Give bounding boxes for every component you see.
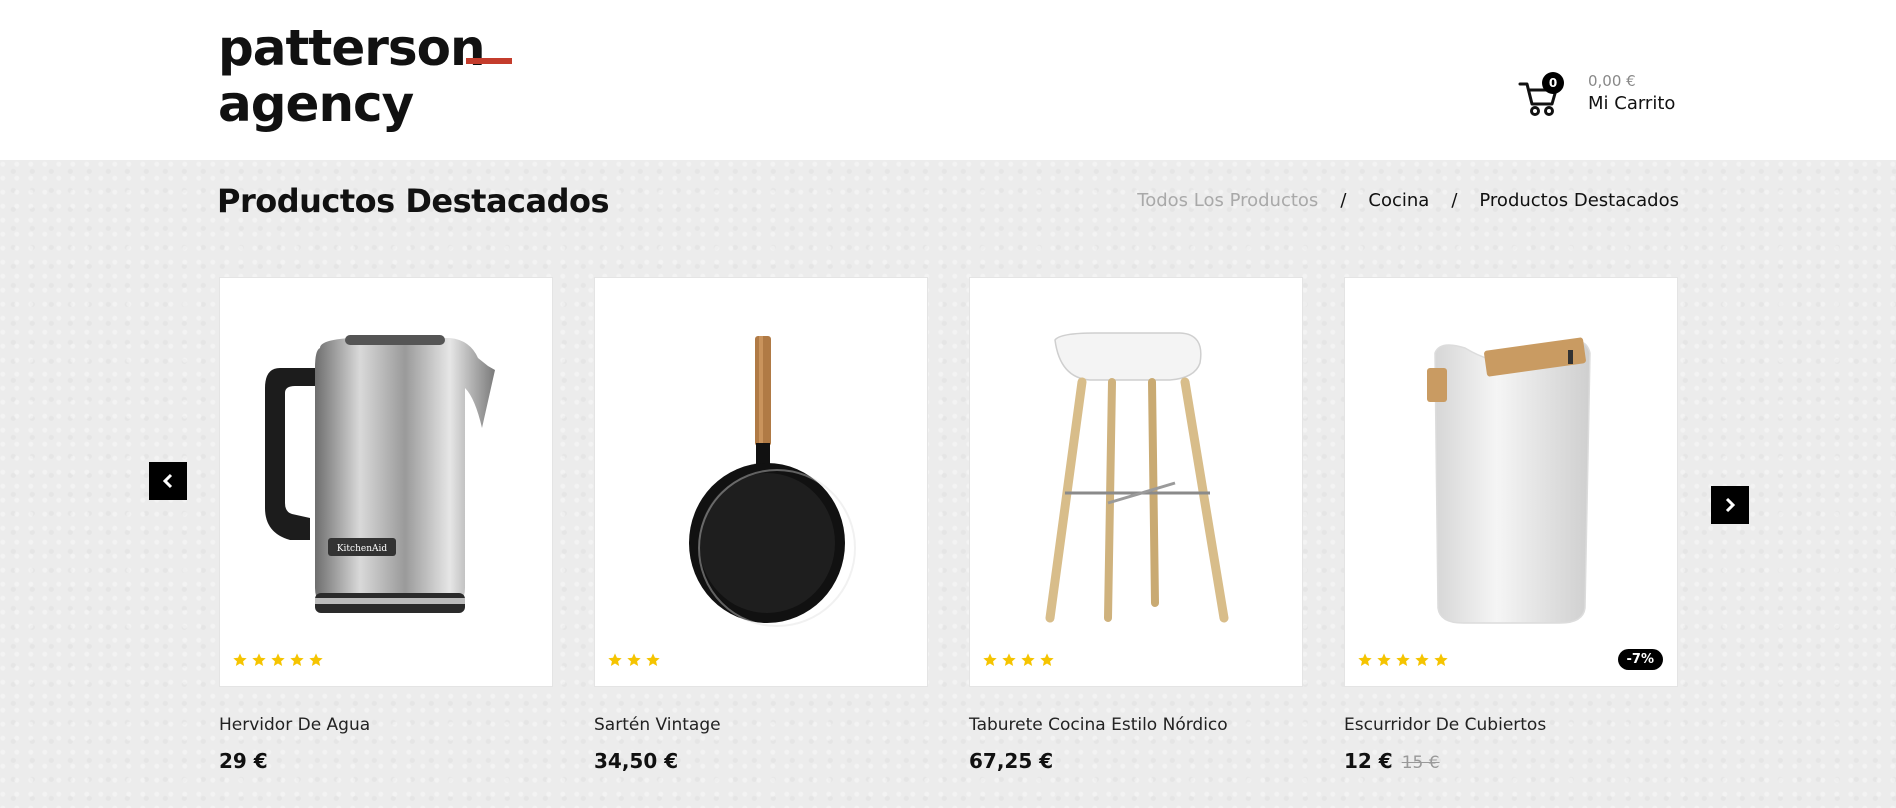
frying-pan-image xyxy=(689,336,856,627)
breadcrumb-separator: / xyxy=(1451,190,1458,211)
product-name[interactable]: Escurridor De Cubiertos xyxy=(1344,715,1546,735)
cart-total: 0,00 € xyxy=(1588,72,1636,90)
bar-stool-image xyxy=(1045,332,1229,623)
star-icon xyxy=(1377,653,1391,666)
product-card[interactable]: KitchenAid Hervidor De Agua 29 € xyxy=(219,277,553,773)
price-current: 12 € xyxy=(1344,749,1393,773)
breadcrumb-cocina[interactable]: Cocina xyxy=(1368,190,1429,211)
product-name[interactable]: Sartén Vintage xyxy=(594,715,721,735)
price-current: 34,50 € xyxy=(594,749,679,773)
utensil-holder-image xyxy=(1427,337,1591,624)
page-title: Productos Destacados xyxy=(217,182,610,220)
price-current: 67,25 € xyxy=(969,749,1054,773)
product-price: 67,25 € xyxy=(969,749,1053,773)
star-icon xyxy=(271,653,285,666)
discount-badge: -7% xyxy=(1617,649,1663,670)
site-header: patterson agency 0 0,00 € Mi Carrito xyxy=(0,0,1896,160)
rating-stars xyxy=(1357,652,1449,668)
product-price: 34,50 € xyxy=(594,749,678,773)
logo-text-line1: patterson xyxy=(218,19,486,77)
rating-stars xyxy=(232,652,324,668)
chevron-left-icon xyxy=(162,473,173,489)
logo-accent-bar xyxy=(466,58,512,64)
breadcrumb-current: Productos Destacados xyxy=(1479,190,1679,211)
product-image[interactable] xyxy=(969,277,1303,687)
logo-text-line2: agency xyxy=(218,75,414,133)
star-icon xyxy=(646,653,660,666)
rating-stars xyxy=(607,652,661,668)
product-price: 29 € xyxy=(219,749,268,773)
product-image[interactable] xyxy=(594,277,928,687)
chevron-right-icon xyxy=(1725,497,1736,513)
cart-count-badge: 0 xyxy=(1542,72,1564,94)
star-icon xyxy=(1434,653,1448,666)
product-name[interactable]: Hervidor De Agua xyxy=(219,715,370,735)
product-name[interactable]: Taburete Cocina Estilo Nórdico xyxy=(969,715,1228,735)
carousel-prev-button[interactable] xyxy=(149,462,187,500)
price-current: 29 € xyxy=(219,749,268,773)
breadcrumb-separator: / xyxy=(1340,190,1347,211)
svg-text:KitchenAid: KitchenAid xyxy=(337,544,388,554)
product-image[interactable]: -7% xyxy=(1344,277,1678,687)
star-icon xyxy=(309,653,323,666)
mini-cart[interactable]: 0 0,00 € Mi Carrito xyxy=(1518,68,1688,128)
star-icon xyxy=(983,653,997,666)
star-icon xyxy=(252,653,266,666)
brand-logo[interactable]: patterson agency xyxy=(218,22,558,137)
breadcrumb-all-products[interactable]: Todos Los Productos xyxy=(1137,190,1318,211)
product-price: 12 € 15 € xyxy=(1344,749,1440,773)
star-icon xyxy=(1040,653,1054,666)
star-icon xyxy=(1415,653,1429,666)
breadcrumb: Todos Los Productos / Cocina / Productos… xyxy=(1137,190,1679,211)
star-icon xyxy=(1396,653,1410,666)
price-original: 15 € xyxy=(1401,753,1440,773)
star-icon xyxy=(1358,653,1372,666)
featured-products-section: Productos Destacados Todos Los Productos… xyxy=(0,160,1896,808)
star-icon xyxy=(627,653,641,666)
product-card[interactable]: Sartén Vintage 34,50 € xyxy=(594,277,928,773)
star-icon xyxy=(608,653,622,666)
product-image[interactable]: KitchenAid xyxy=(219,277,553,687)
carousel-next-button[interactable] xyxy=(1711,486,1749,524)
product-card[interactable]: Taburete Cocina Estilo Nórdico 67,25 € xyxy=(969,277,1303,773)
star-icon xyxy=(1021,653,1035,666)
star-icon xyxy=(1002,653,1016,666)
cart-label: Mi Carrito xyxy=(1588,93,1676,114)
electric-kettle-image: KitchenAid xyxy=(265,335,495,613)
rating-stars xyxy=(982,652,1055,668)
product-card[interactable]: -7% Escurridor De Cubiertos 12 € 15 € xyxy=(1344,277,1678,773)
star-icon xyxy=(290,653,304,666)
star-icon xyxy=(233,653,247,666)
